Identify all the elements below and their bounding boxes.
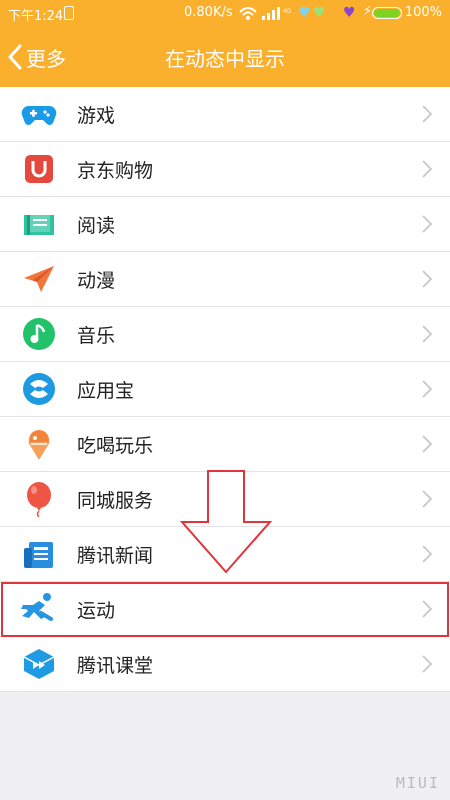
- jd-shopping-icon: [21, 151, 57, 187]
- chevron-right-icon: [422, 215, 433, 237]
- list-item-label: 同城服务: [77, 489, 154, 512]
- wifi-signal-icon: 4G: [238, 4, 292, 26]
- chevron-right-icon: [422, 655, 433, 677]
- gamepad-icon: [21, 96, 57, 132]
- heart-icon: ♥: [313, 5, 326, 21]
- list-item-anime[interactable]: 动漫: [0, 252, 450, 307]
- list-item-food-fun[interactable]: 吃喝玩乐: [0, 417, 450, 472]
- chevron-right-icon: [422, 160, 433, 182]
- list-item-app-treasure[interactable]: 应用宝: [0, 362, 450, 417]
- list-item-label: 京东购物: [77, 159, 154, 182]
- network-speed: 0.80K/s: [184, 5, 233, 20]
- chevron-right-icon: [422, 270, 433, 292]
- list-item-label: 吃喝玩乐: [77, 434, 154, 457]
- list-item-label: 腾讯课堂: [77, 654, 154, 677]
- heart-icon: ♥: [343, 5, 356, 21]
- sim-icon: [64, 6, 74, 20]
- chevron-right-icon: [422, 105, 433, 127]
- runner-icon: [21, 591, 57, 627]
- ice-cream-icon: [21, 426, 57, 462]
- paper-plane-icon: [21, 261, 57, 297]
- list-item-sports[interactable]: 运动: [0, 582, 450, 637]
- chevron-right-icon: [422, 490, 433, 512]
- music-note-icon: [21, 316, 57, 352]
- chevron-right-icon: [422, 435, 433, 457]
- list-item-local-services[interactable]: 同城服务: [0, 472, 450, 527]
- status-time: 下午1:24: [8, 9, 64, 24]
- settings-list: 游戏 京东购物 阅读 动漫 音乐 应用宝 吃喝玩乐 同城服务 腾讯新闻 运动 腾…: [0, 87, 450, 692]
- list-item-label: 游戏: [77, 104, 116, 127]
- newspaper-icon: [21, 536, 57, 572]
- chevron-right-icon: [422, 380, 433, 402]
- list-item-label: 阅读: [77, 214, 116, 237]
- chevron-right-icon: [422, 545, 433, 567]
- heart-icon: ♥: [298, 5, 311, 21]
- classroom-icon: [21, 646, 57, 682]
- chevron-right-icon: [422, 600, 433, 622]
- list-item-jd-shopping[interactable]: 京东购物: [0, 142, 450, 197]
- svg-text:4G: 4G: [283, 9, 291, 15]
- list-item-tencent-classroom[interactable]: 腾讯课堂: [0, 637, 450, 692]
- list-item-games[interactable]: 游戏: [0, 87, 450, 142]
- page-title: 在动态中显示: [165, 47, 285, 71]
- battery-percent: 100%: [404, 5, 442, 20]
- chevron-right-icon: [422, 325, 433, 347]
- list-item-music[interactable]: 音乐: [0, 307, 450, 362]
- list-item-label: 音乐: [77, 324, 116, 347]
- watermark: MIUI: [395, 774, 440, 792]
- list-item-label: 腾讯新闻: [77, 544, 154, 567]
- list-item-label: 运动: [77, 599, 116, 622]
- balloon-icon: [21, 481, 57, 517]
- list-item-label: 应用宝: [77, 379, 135, 402]
- app-treasure-icon: [21, 371, 57, 407]
- book-icon: [21, 206, 57, 242]
- battery-icon: [372, 7, 402, 19]
- list-item-label: 动漫: [77, 269, 116, 292]
- charging-icon: ⚡: [363, 4, 373, 19]
- list-item-reading[interactable]: 阅读: [0, 197, 450, 252]
- status-bar: 下午1:24 0.80K/s 4G ♥ ♥ ♥ ⚡ 100%: [0, 0, 450, 27]
- nav-bar: 更多 在动态中显示: [0, 27, 450, 87]
- list-item-tencent-news[interactable]: 腾讯新闻: [0, 527, 450, 582]
